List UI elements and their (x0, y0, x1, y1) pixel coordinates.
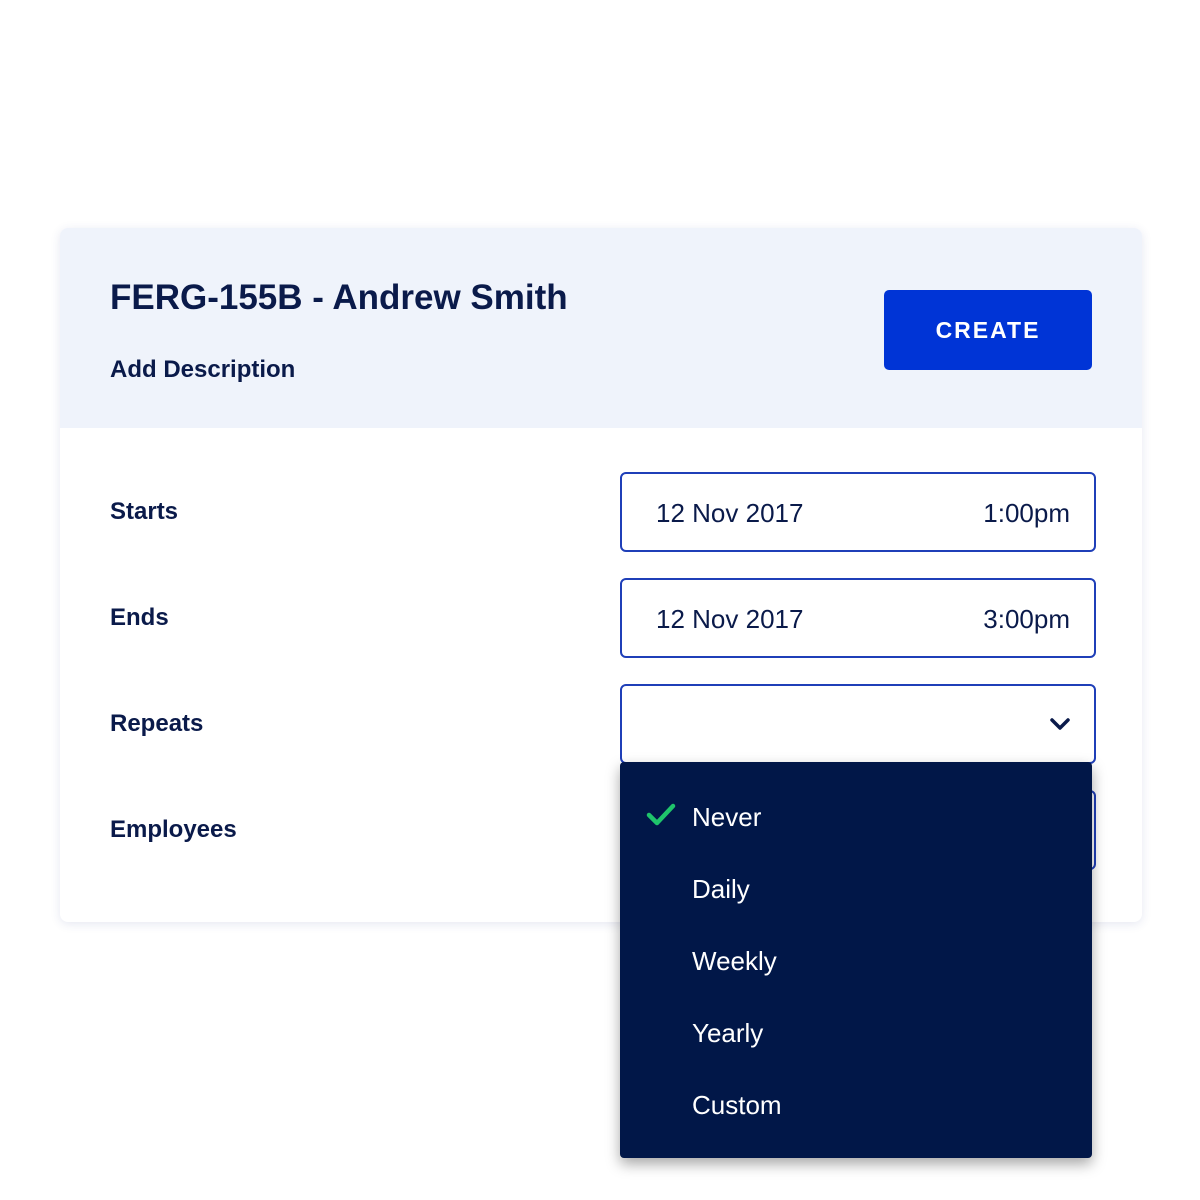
checkmark-icon (646, 803, 676, 826)
repeat-option-custom[interactable]: Custom (620, 1074, 1092, 1134)
repeat-option-label: Daily (692, 874, 750, 904)
ends-label: Ends (110, 604, 169, 631)
ends-date: 12 Nov 2017 (656, 604, 804, 634)
employees-label: Employees (110, 816, 237, 843)
repeats-select[interactable] (620, 684, 1096, 764)
starts-time: 1:00pm (983, 498, 1070, 528)
starts-field[interactable]: 12 Nov 2017 1:00pm (620, 472, 1096, 552)
ends-time: 3:00pm (983, 604, 1070, 634)
repeat-option-yearly[interactable]: Yearly (620, 1002, 1092, 1062)
repeats-label: Repeats (110, 710, 204, 737)
repeat-option-label: Weekly (692, 946, 777, 976)
repeat-option-label: Custom (692, 1090, 782, 1120)
repeat-option-daily[interactable]: Daily (620, 858, 1092, 918)
create-button[interactable]: CREATE (884, 290, 1092, 370)
chevron-down-icon (1050, 718, 1070, 730)
repeat-option-weekly[interactable]: Weekly (620, 930, 1092, 990)
repeat-option-label: Never (692, 802, 762, 832)
add-description-link[interactable]: Add Description (110, 356, 295, 384)
repeat-option-never[interactable]: Never (620, 786, 1092, 846)
card-header: FERG-155B - Andrew Smith Add Description… (60, 228, 1142, 428)
event-title: FERG-155B - Andrew Smith (110, 278, 568, 317)
repeats-dropdown-menu: Never Daily Weekly Yearly Custom (620, 762, 1092, 1158)
repeat-option-label: Yearly (692, 1018, 764, 1048)
starts-date: 12 Nov 2017 (656, 498, 804, 528)
ends-field[interactable]: 12 Nov 2017 3:00pm (620, 578, 1096, 658)
starts-label: Starts (110, 498, 179, 525)
